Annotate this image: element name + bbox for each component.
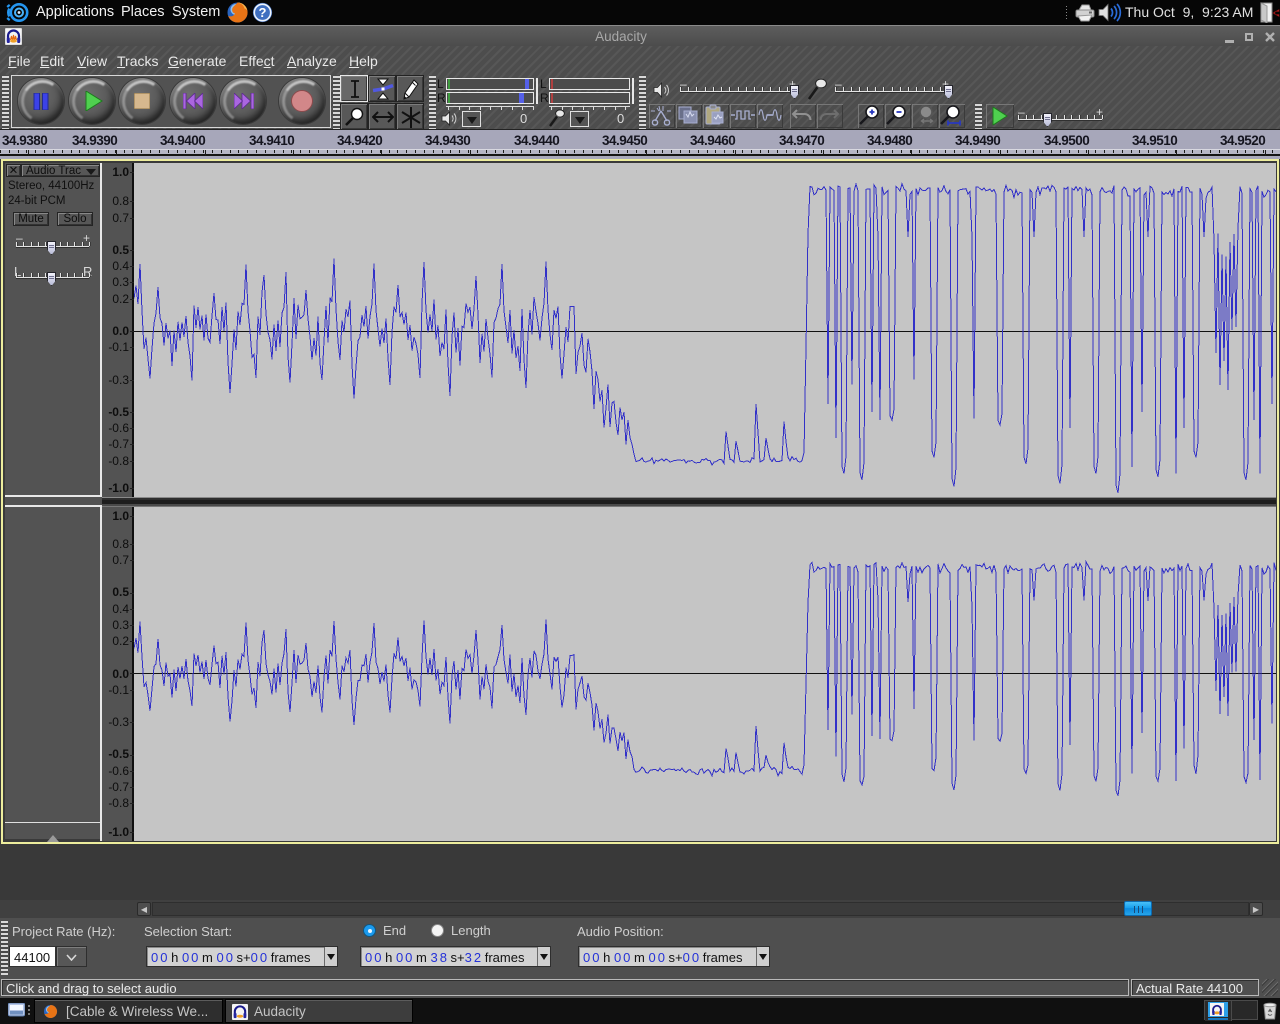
svg-text:?: ? [259,5,267,20]
